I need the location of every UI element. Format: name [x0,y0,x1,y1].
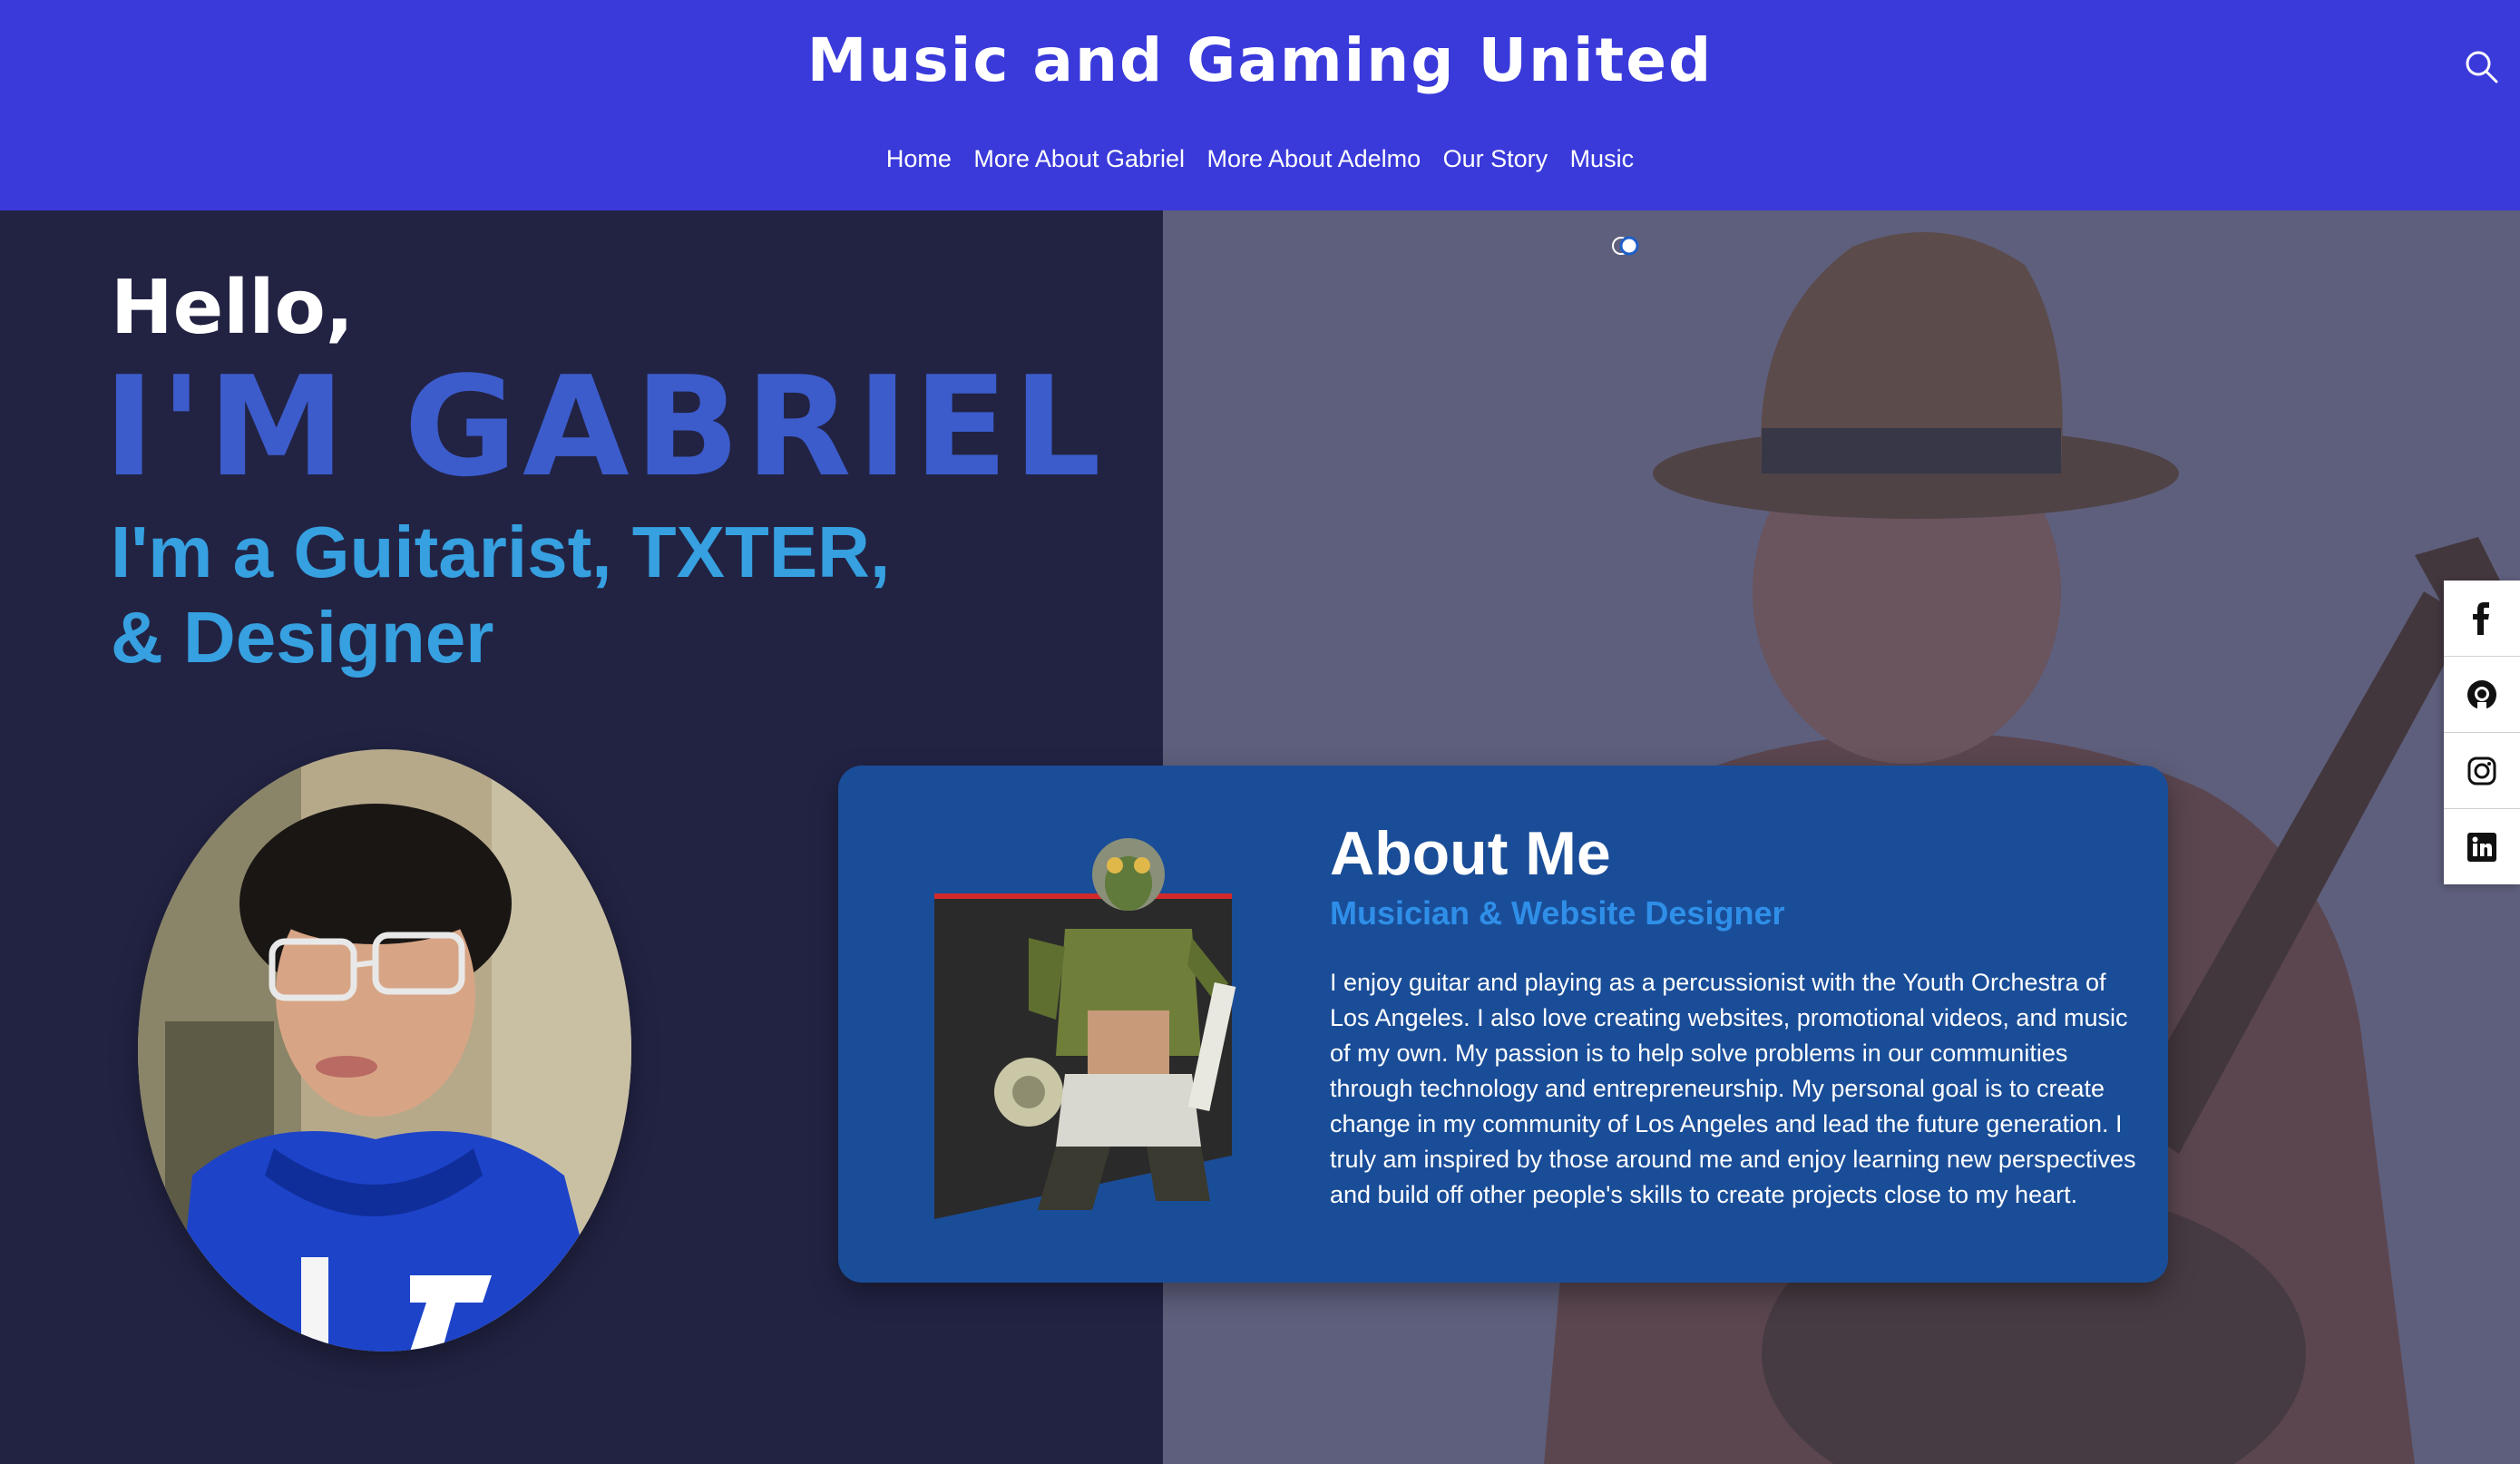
search-icon[interactable] [2462,47,2502,87]
nav-music[interactable]: Music [1570,145,1635,172]
facebook-icon[interactable] [2444,581,2520,657]
nav-more-about-adelmo[interactable]: More About Adelmo [1206,145,1421,172]
nav-more-about-gabriel[interactable]: More About Gabriel [973,145,1185,172]
about-title: About Me [1330,819,1611,888]
about-body: I enjoy guitar and playing as a percussi… [1330,969,2136,1208]
social-sidebar [2444,581,2520,884]
github-icon[interactable] [2444,657,2520,733]
site-header: Music and Gaming United Home More About … [0,0,2520,210]
hero-roles-line2: & Designer [111,597,494,678]
hero-name: I'M GABRIEL [103,346,1107,507]
linkedin-icon[interactable] [2444,809,2520,884]
site-title[interactable]: Music and Gaming United [0,25,2520,95]
nav-our-story[interactable]: Our Story [1443,145,1548,172]
about-subtitle: Musician & Website Designer [1330,894,1785,932]
about-card: About Me Musician & Website Designer I e… [838,766,2168,1283]
character-illustration [929,802,1237,1219]
hero-greeting: Hello, [111,265,354,351]
nav-home[interactable]: Home [886,145,952,172]
hero-roles-line1: I'm a Guitarist, TXTER, [111,512,891,592]
profile-photo [138,749,631,1352]
main-nav: Home More About Gabriel More About Adelm… [0,145,2520,173]
instagram-icon[interactable] [2444,733,2520,809]
hero-roles: I'm a Guitarist, TXTER, & Designer [111,510,1018,680]
slider-toggle-icon[interactable] [1611,236,1642,256]
